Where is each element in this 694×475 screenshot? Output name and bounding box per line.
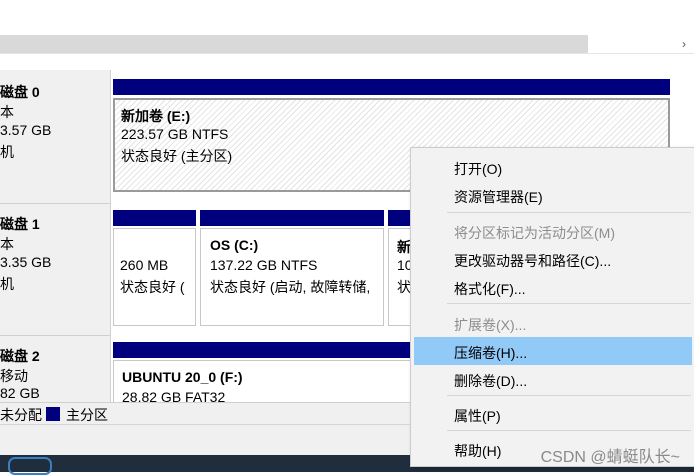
volume-c-size: 137.22 GB NTFS	[210, 257, 318, 273]
volume-e-status: 状态良好 (主分区)	[121, 148, 233, 164]
menu-item-format[interactable]: 格式化(F)...	[414, 273, 692, 301]
volume-260mb[interactable]: 260 MB 状态良好 (	[113, 228, 196, 326]
menu-item-format-label: 格式化(F)...	[454, 281, 526, 297]
disk-1-label[interactable]: 磁盘 1 本 3.35 GB 机	[0, 204, 111, 336]
menu-item-delete[interactable]: 删除卷(D)...	[414, 365, 692, 393]
menu-item-open-label: 打开(O)	[454, 161, 503, 177]
volume-3-title: 新	[397, 239, 411, 255]
disk-1-status: 机	[0, 276, 14, 292]
disk-0-type: 本	[0, 104, 14, 120]
volume-260mb-size: 260 MB	[120, 257, 169, 273]
menu-item-properties-label: 属性(P)	[454, 408, 501, 424]
disk-2-name: 磁盘 2	[0, 348, 40, 364]
disk-2-label[interactable]: 磁盘 2 移动 82 GB	[0, 336, 111, 407]
horizontal-scrollbar[interactable]: ›	[0, 35, 694, 54]
menu-item-mark-active[interactable]: 将分区标记为活动分区(M)	[414, 217, 692, 245]
legend: 未分配 主分区	[0, 402, 410, 425]
volume-c[interactable]: OS (C:) 137.22 GB NTFS 状态良好 (启动, 故障转储,	[200, 228, 384, 326]
disk-1-type: 本	[0, 236, 14, 252]
taskbar-logo-icon[interactable]	[8, 457, 52, 475]
menu-item-change-letter-label: 更改驱动器号和路径(C)...	[454, 253, 612, 269]
volume-e-header[interactable]	[113, 79, 670, 95]
volume-f-header[interactable]	[113, 342, 413, 358]
volume-3-status: 状	[397, 279, 411, 295]
legend-primary-label: 主分区	[66, 407, 108, 423]
volume-260mb-status: 状态良好 (	[120, 279, 185, 295]
menu-item-shrink[interactable]: 压缩卷(H)...	[414, 337, 692, 365]
menu-separator	[447, 395, 691, 396]
disk-2-type: 移动	[0, 368, 28, 384]
menu-item-open[interactable]: 打开(O)	[414, 153, 692, 181]
volume-c-title: OS (C:)	[210, 237, 259, 253]
disk-1-name: 磁盘 1	[0, 216, 40, 232]
volume-e-title: 新加卷 (E:)	[121, 108, 191, 124]
volume-e-size: 223.57 GB NTFS	[121, 126, 229, 142]
menu-separator	[447, 212, 691, 213]
menu-item-change-letter[interactable]: 更改驱动器号和路径(C)...	[414, 245, 692, 273]
menu-item-explorer[interactable]: 资源管理器(E)	[414, 181, 692, 209]
menu-item-delete-label: 删除卷(D)...	[454, 373, 528, 389]
disk-0-label[interactable]: 磁盘 0 本 3.57 GB 机	[0, 70, 111, 204]
scrollbar-thumb[interactable]	[0, 35, 588, 53]
legend-unallocated-label: 未分配	[0, 407, 42, 423]
menu-item-extend-label: 扩展卷(X)...	[454, 317, 527, 333]
volume-c-header[interactable]	[200, 210, 384, 226]
menu-item-extend[interactable]: 扩展卷(X)...	[414, 309, 692, 337]
volume-f-title: UBUNTU 20_0 (F:)	[122, 369, 243, 385]
volume-1-header[interactable]	[113, 210, 196, 226]
menu-item-help-label: 帮助(H)	[454, 443, 502, 459]
disk-0-size: 3.57 GB	[0, 122, 52, 138]
disk-0-name: 磁盘 0	[0, 84, 40, 100]
menu-item-explorer-label: 资源管理器(E)	[454, 189, 543, 205]
disk-0-status: 机	[0, 144, 14, 160]
menu-item-properties[interactable]: 属性(P)	[414, 400, 692, 428]
context-menu: 打开(O) 资源管理器(E) 将分区标记为活动分区(M) 更改驱动器号和路径(C…	[410, 147, 694, 467]
watermark: CSDN @蜻蜓队长~	[540, 449, 680, 466]
disk-1-size: 3.35 GB	[0, 254, 52, 270]
disk-2-size: 82 GB	[0, 385, 40, 401]
scroll-right-arrow-icon[interactable]: ›	[675, 35, 693, 53]
menu-item-mark-active-label: 将分区标记为活动分区(M)	[454, 225, 615, 241]
menu-item-shrink-label: 压缩卷(H)...	[454, 345, 528, 361]
menu-separator	[447, 303, 691, 304]
volume-c-status: 状态良好 (启动, 故障转储,	[210, 279, 371, 295]
menu-separator	[447, 430, 691, 431]
legend-primary-swatch	[46, 407, 60, 421]
